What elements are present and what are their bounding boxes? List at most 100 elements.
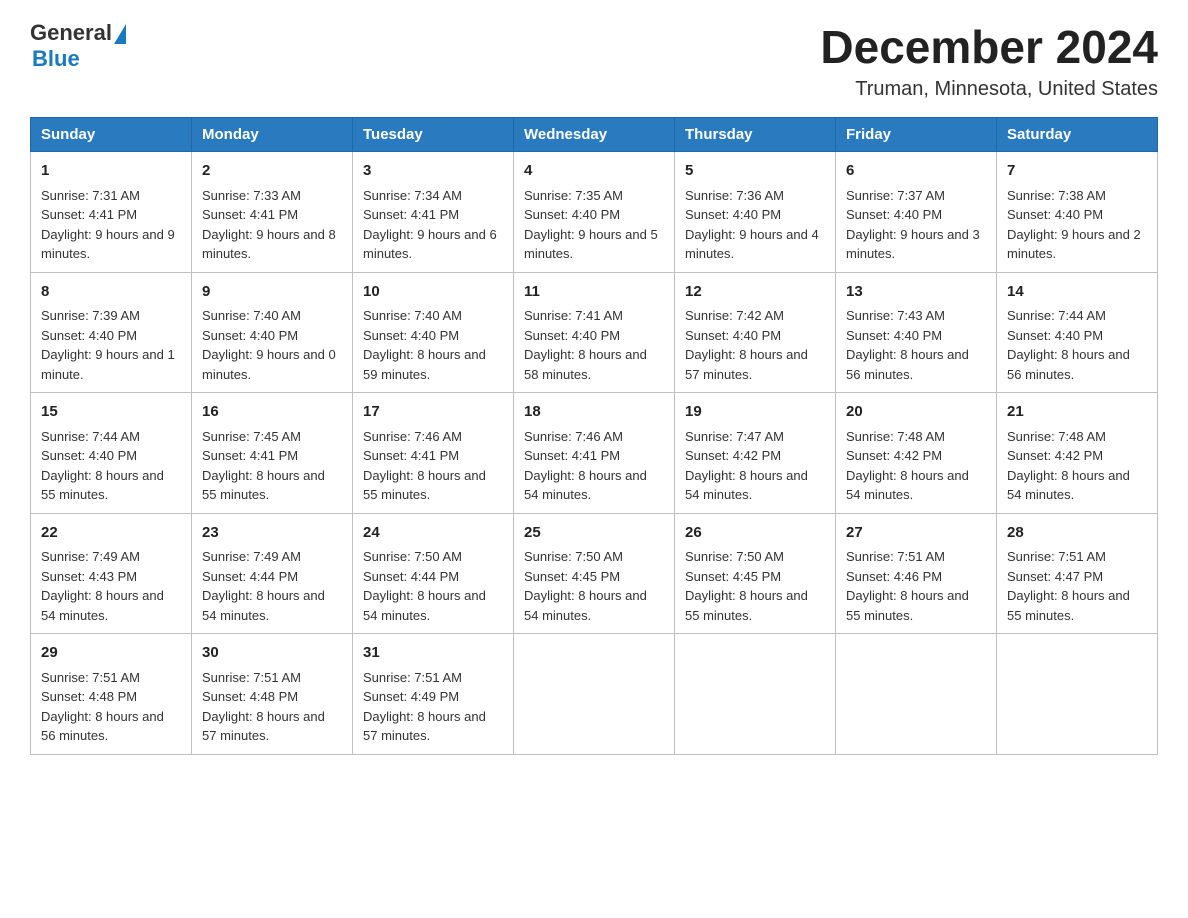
table-row — [675, 634, 836, 755]
sunset-label: Sunset: 4:41 PM — [41, 207, 137, 222]
day-number: 8 — [41, 281, 181, 304]
sunrise-label: Sunrise: 7:49 AM — [202, 549, 301, 564]
sunset-label: Sunset: 4:40 PM — [685, 328, 781, 343]
table-row: 4 Sunrise: 7:35 AM Sunset: 4:40 PM Dayli… — [514, 152, 675, 273]
sunset-label: Sunset: 4:44 PM — [363, 569, 459, 584]
table-row: 8 Sunrise: 7:39 AM Sunset: 4:40 PM Dayli… — [31, 272, 192, 393]
sunset-label: Sunset: 4:41 PM — [202, 448, 298, 463]
daylight-label: Daylight: 9 hours and 6 minutes. — [363, 227, 497, 262]
table-row: 14 Sunrise: 7:44 AM Sunset: 4:40 PM Dayl… — [997, 272, 1158, 393]
calendar-header-row: Sunday Monday Tuesday Wednesday Thursday… — [31, 118, 1158, 152]
table-row: 13 Sunrise: 7:43 AM Sunset: 4:40 PM Dayl… — [836, 272, 997, 393]
sunset-label: Sunset: 4:41 PM — [363, 448, 459, 463]
sunrise-label: Sunrise: 7:51 AM — [41, 670, 140, 685]
sunset-label: Sunset: 4:40 PM — [1007, 207, 1103, 222]
daylight-label: Daylight: 9 hours and 4 minutes. — [685, 227, 819, 262]
daylight-label: Daylight: 9 hours and 0 minutes. — [202, 347, 336, 382]
col-tuesday: Tuesday — [353, 118, 514, 152]
daylight-label: Daylight: 8 hours and 54 minutes. — [363, 588, 486, 623]
table-row: 7 Sunrise: 7:38 AM Sunset: 4:40 PM Dayli… — [997, 152, 1158, 273]
sunrise-label: Sunrise: 7:46 AM — [524, 429, 623, 444]
sunset-label: Sunset: 4:40 PM — [41, 328, 137, 343]
table-row — [836, 634, 997, 755]
day-number: 16 — [202, 401, 342, 424]
sunrise-label: Sunrise: 7:45 AM — [202, 429, 301, 444]
table-row: 29 Sunrise: 7:51 AM Sunset: 4:48 PM Dayl… — [31, 634, 192, 755]
col-saturday: Saturday — [997, 118, 1158, 152]
table-row: 3 Sunrise: 7:34 AM Sunset: 4:41 PM Dayli… — [353, 152, 514, 273]
table-row: 2 Sunrise: 7:33 AM Sunset: 4:41 PM Dayli… — [192, 152, 353, 273]
day-number: 28 — [1007, 522, 1147, 545]
sunset-label: Sunset: 4:40 PM — [202, 328, 298, 343]
sunset-label: Sunset: 4:40 PM — [41, 448, 137, 463]
table-row: 28 Sunrise: 7:51 AM Sunset: 4:47 PM Dayl… — [997, 513, 1158, 634]
daylight-label: Daylight: 8 hours and 54 minutes. — [41, 588, 164, 623]
daylight-label: Daylight: 9 hours and 9 minutes. — [41, 227, 175, 262]
day-number: 5 — [685, 160, 825, 183]
table-row: 23 Sunrise: 7:49 AM Sunset: 4:44 PM Dayl… — [192, 513, 353, 634]
day-number: 23 — [202, 522, 342, 545]
daylight-label: Daylight: 9 hours and 2 minutes. — [1007, 227, 1141, 262]
col-thursday: Thursday — [675, 118, 836, 152]
daylight-label: Daylight: 8 hours and 55 minutes. — [41, 468, 164, 503]
sunrise-label: Sunrise: 7:48 AM — [846, 429, 945, 444]
day-number: 26 — [685, 522, 825, 545]
table-row: 20 Sunrise: 7:48 AM Sunset: 4:42 PM Dayl… — [836, 393, 997, 514]
sunset-label: Sunset: 4:41 PM — [363, 207, 459, 222]
sunset-label: Sunset: 4:40 PM — [524, 207, 620, 222]
table-row: 11 Sunrise: 7:41 AM Sunset: 4:40 PM Dayl… — [514, 272, 675, 393]
sunrise-label: Sunrise: 7:39 AM — [41, 308, 140, 323]
day-number: 6 — [846, 160, 986, 183]
sunset-label: Sunset: 4:40 PM — [846, 207, 942, 222]
sunrise-label: Sunrise: 7:50 AM — [524, 549, 623, 564]
table-row: 18 Sunrise: 7:46 AM Sunset: 4:41 PM Dayl… — [514, 393, 675, 514]
table-row — [997, 634, 1158, 755]
page-header: General Blue December 2024 Truman, Minne… — [30, 20, 1158, 101]
col-monday: Monday — [192, 118, 353, 152]
day-number: 18 — [524, 401, 664, 424]
week-row-4: 22 Sunrise: 7:49 AM Sunset: 4:43 PM Dayl… — [31, 513, 1158, 634]
sunrise-label: Sunrise: 7:34 AM — [363, 188, 462, 203]
sunrise-label: Sunrise: 7:42 AM — [685, 308, 784, 323]
table-row: 6 Sunrise: 7:37 AM Sunset: 4:40 PM Dayli… — [836, 152, 997, 273]
sunset-label: Sunset: 4:44 PM — [202, 569, 298, 584]
sunset-label: Sunset: 4:40 PM — [524, 328, 620, 343]
table-row: 1 Sunrise: 7:31 AM Sunset: 4:41 PM Dayli… — [31, 152, 192, 273]
sunset-label: Sunset: 4:40 PM — [846, 328, 942, 343]
sunrise-label: Sunrise: 7:46 AM — [363, 429, 462, 444]
daylight-label: Daylight: 8 hours and 55 minutes. — [202, 468, 325, 503]
table-row: 9 Sunrise: 7:40 AM Sunset: 4:40 PM Dayli… — [192, 272, 353, 393]
title-block: December 2024 Truman, Minnesota, United … — [820, 20, 1158, 101]
table-row: 31 Sunrise: 7:51 AM Sunset: 4:49 PM Dayl… — [353, 634, 514, 755]
sunrise-label: Sunrise: 7:37 AM — [846, 188, 945, 203]
daylight-label: Daylight: 9 hours and 8 minutes. — [202, 227, 336, 262]
sunrise-label: Sunrise: 7:38 AM — [1007, 188, 1106, 203]
table-row — [514, 634, 675, 755]
table-row: 25 Sunrise: 7:50 AM Sunset: 4:45 PM Dayl… — [514, 513, 675, 634]
sunrise-label: Sunrise: 7:48 AM — [1007, 429, 1106, 444]
col-sunday: Sunday — [31, 118, 192, 152]
daylight-label: Daylight: 8 hours and 58 minutes. — [524, 347, 647, 382]
sunset-label: Sunset: 4:41 PM — [524, 448, 620, 463]
day-number: 22 — [41, 522, 181, 545]
daylight-label: Daylight: 8 hours and 54 minutes. — [685, 468, 808, 503]
sunrise-label: Sunrise: 7:33 AM — [202, 188, 301, 203]
day-number: 19 — [685, 401, 825, 424]
day-number: 31 — [363, 642, 503, 665]
week-row-1: 1 Sunrise: 7:31 AM Sunset: 4:41 PM Dayli… — [31, 152, 1158, 273]
sunset-label: Sunset: 4:49 PM — [363, 689, 459, 704]
daylight-label: Daylight: 8 hours and 59 minutes. — [363, 347, 486, 382]
table-row: 19 Sunrise: 7:47 AM Sunset: 4:42 PM Dayl… — [675, 393, 836, 514]
day-number: 30 — [202, 642, 342, 665]
daylight-label: Daylight: 8 hours and 57 minutes. — [202, 709, 325, 744]
sunrise-label: Sunrise: 7:51 AM — [846, 549, 945, 564]
daylight-label: Daylight: 8 hours and 56 minutes. — [846, 347, 969, 382]
day-number: 29 — [41, 642, 181, 665]
sunrise-label: Sunrise: 7:47 AM — [685, 429, 784, 444]
day-number: 20 — [846, 401, 986, 424]
week-row-3: 15 Sunrise: 7:44 AM Sunset: 4:40 PM Dayl… — [31, 393, 1158, 514]
day-number: 7 — [1007, 160, 1147, 183]
day-number: 11 — [524, 281, 664, 304]
sunset-label: Sunset: 4:43 PM — [41, 569, 137, 584]
day-number: 10 — [363, 281, 503, 304]
